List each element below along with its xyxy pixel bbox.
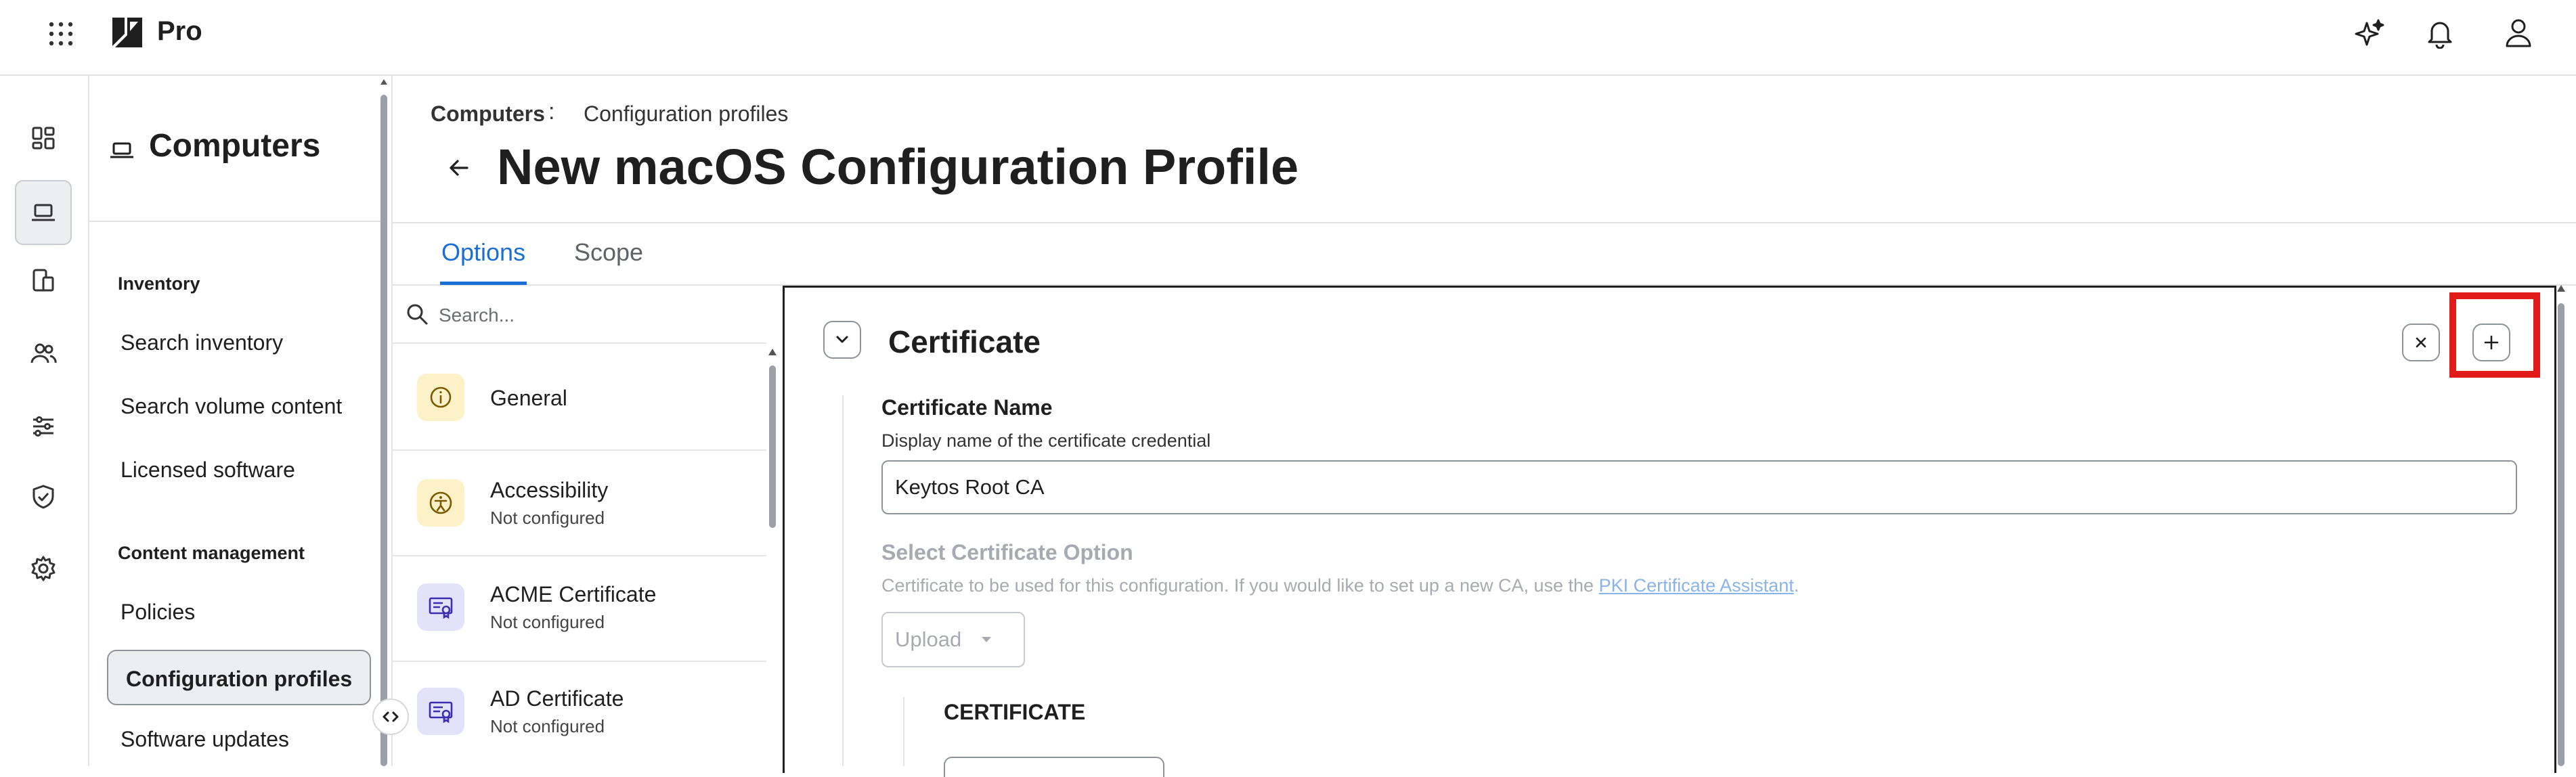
remove-payload-button[interactable]	[2402, 324, 2440, 361]
breadcrumb-current: Configuration profiles	[584, 102, 789, 126]
collapse-section-button[interactable]	[823, 321, 861, 359]
panel-scrollbar[interactable]	[2558, 303, 2564, 766]
info-icon	[417, 374, 464, 421]
payload-general[interactable]: General	[490, 386, 567, 411]
settings-sliders-icon[interactable]	[15, 394, 72, 459]
pki-certificate-assistant-link[interactable]: PKI Certificate Assistant	[1599, 575, 1794, 596]
certificate-option-value: Upload	[895, 627, 962, 651]
top-bar: Pro	[0, 0, 2576, 76]
left-rail	[0, 76, 89, 766]
nav-item-policies[interactable]: Policies	[121, 600, 195, 625]
computer-icon[interactable]	[15, 180, 72, 245]
nav-item-search-inventory[interactable]: Search inventory	[121, 330, 283, 355]
certificate-name-help: Display name of the certificate credenti…	[881, 430, 1211, 451]
certificate-name-label: Certificate Name	[881, 395, 1053, 420]
certificate-icon	[417, 583, 464, 631]
nav-item-licensed-software[interactable]: Licensed software	[121, 458, 295, 483]
payload-title: Certificate	[888, 324, 1041, 359]
upload-certificate-button[interactable]	[944, 757, 1164, 777]
payload-search-input[interactable]	[437, 298, 765, 333]
nav-scroll-up-arrow[interactable]	[380, 79, 388, 85]
accessibility-icon	[417, 479, 464, 527]
payload-status: Not configured	[490, 508, 605, 528]
bell-icon[interactable]	[2424, 16, 2456, 49]
nav-scrollbar[interactable]	[380, 95, 387, 766]
highlight-box	[2449, 292, 2540, 378]
nav-divider	[89, 221, 380, 222]
sub-section-indent-guide	[903, 697, 904, 766]
section-nav: Computers Inventory Search inventory Sea…	[89, 76, 389, 766]
certificate-name-input[interactable]	[881, 460, 2517, 514]
payload-status: Not configured	[490, 612, 605, 632]
back-arrow-icon[interactable]	[440, 149, 478, 187]
payload-list-scrollbar[interactable]	[769, 365, 776, 528]
list-divider	[393, 449, 766, 451]
shield-check-icon[interactable]	[15, 464, 72, 529]
caret-down-icon	[980, 636, 992, 644]
brand-logo-icon[interactable]	[110, 15, 145, 50]
certificate-option-help-suffix: .	[1793, 575, 1799, 596]
nav-title: Computers	[149, 128, 321, 164]
user-icon[interactable]	[2502, 16, 2535, 49]
gear-icon[interactable]	[15, 536, 72, 601]
payload-accessibility[interactable]: Accessibility	[490, 478, 608, 503]
page-title: New macOS Configuration Profile	[497, 139, 1299, 195]
nav-border	[391, 76, 393, 766]
active-tab-indicator	[440, 282, 527, 285]
ai-sparkle-icon[interactable]	[2353, 18, 2386, 50]
list-divider	[393, 555, 766, 556]
breadcrumb-separator: :	[548, 99, 555, 125]
header-divider	[393, 222, 2576, 223]
nav-item-search-volume-content[interactable]: Search volume content	[121, 394, 342, 419]
list-divider	[393, 661, 766, 662]
dashboard-icon[interactable]	[15, 106, 72, 171]
payload-acme-certificate[interactable]: ACME Certificate	[490, 582, 656, 607]
list-scroll-up-arrow[interactable]	[768, 348, 777, 356]
list-divider	[393, 342, 766, 344]
nav-item-software-updates[interactable]: Software updates	[121, 727, 289, 752]
certificate-sub-section-title: CERTIFICATE	[944, 700, 1086, 724]
certificate-option-help-text: Certificate to be used for this configur…	[881, 575, 1599, 596]
laptop-icon	[108, 137, 135, 164]
brand-name: Pro	[157, 16, 202, 46]
tab-options[interactable]: Options	[441, 238, 525, 267]
certificate-icon	[417, 688, 464, 735]
nav-group-content-management: Content management	[118, 543, 305, 563]
nav-item-configuration-profiles[interactable]: Configuration profiles	[107, 650, 372, 705]
users-icon[interactable]	[15, 321, 72, 386]
search-icon	[405, 302, 429, 326]
certificate-option-label: Select Certificate Option	[881, 540, 1133, 564]
breadcrumb-parent-link[interactable]: Computers	[431, 102, 545, 127]
mobile-devices-icon[interactable]	[15, 248, 72, 313]
apps-grid-icon[interactable]	[47, 20, 74, 47]
nav-group-inventory: Inventory	[118, 273, 200, 294]
payload-ad-certificate[interactable]: AD Certificate	[490, 686, 624, 711]
collapse-nav-button[interactable]	[372, 698, 409, 735]
tab-scope[interactable]: Scope	[574, 238, 643, 267]
payload-status: Not configured	[490, 716, 605, 736]
panel-indent-guide	[842, 395, 844, 766]
panel-scroll-up-arrow[interactable]	[2556, 284, 2566, 292]
certificate-option-help: Certificate to be used for this configur…	[881, 575, 1799, 596]
certificate-option-select[interactable]: Upload	[881, 612, 1025, 667]
